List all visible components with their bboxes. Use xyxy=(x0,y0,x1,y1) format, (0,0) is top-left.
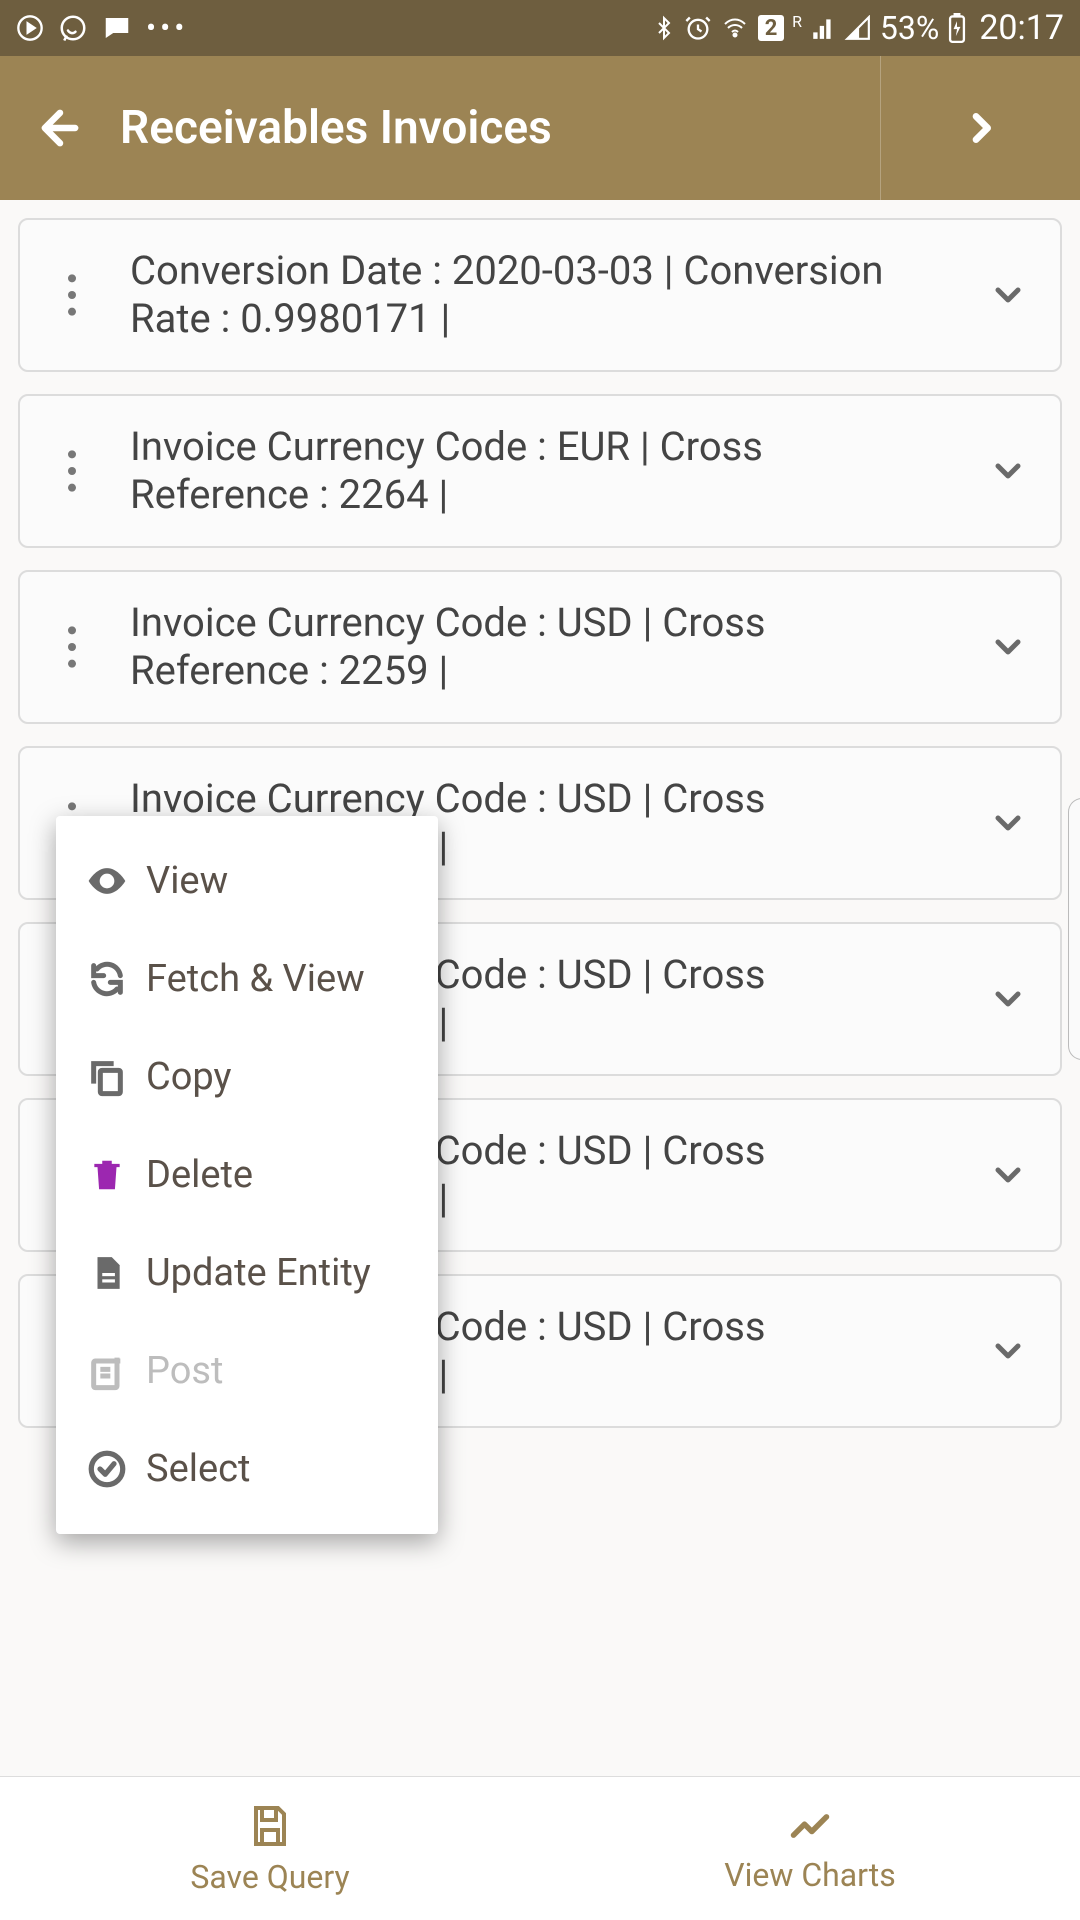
save-query-button[interactable]: Save Query xyxy=(0,1802,540,1896)
arrow-left-icon xyxy=(34,102,86,154)
battery-percent: 53% xyxy=(880,9,939,47)
menu-select[interactable]: Select xyxy=(56,1420,438,1518)
item-summary: Invoice Currency Code : EUR | Cross Refe… xyxy=(102,423,978,519)
whatsapp-icon xyxy=(58,13,88,43)
list-item[interactable]: Invoice Currency Code : USD | Cross Refe… xyxy=(18,570,1062,724)
item-more-button[interactable] xyxy=(42,273,102,317)
menu-delete[interactable]: Delete xyxy=(56,1126,438,1224)
chart-line-icon xyxy=(783,1804,837,1848)
copy-icon xyxy=(84,1054,130,1100)
menu-copy[interactable]: Copy xyxy=(56,1028,438,1126)
document-icon xyxy=(84,1250,130,1296)
item-summary: Conversion Date : 2020-03-03 | Conversio… xyxy=(102,247,978,343)
item-expand-button[interactable] xyxy=(978,803,1038,843)
chevron-right-icon xyxy=(961,108,1001,148)
alarm-icon xyxy=(684,14,712,42)
eye-icon xyxy=(84,858,130,904)
page-title: Receivables Invoices xyxy=(120,101,880,155)
menu-post: Post xyxy=(56,1322,438,1420)
chevron-down-icon xyxy=(988,627,1028,667)
item-more-button[interactable] xyxy=(42,625,102,669)
network-triangle-icon xyxy=(844,15,872,41)
item-expand-button[interactable] xyxy=(978,627,1038,667)
signal-icon xyxy=(810,15,836,41)
check-circle-icon xyxy=(84,1446,130,1492)
status-bar: ••• 2 R 53% 20:17 xyxy=(0,0,1080,56)
chevron-down-icon xyxy=(988,979,1028,1019)
button-label: View Charts xyxy=(724,1856,896,1894)
more-vertical-icon xyxy=(67,625,77,669)
menu-update-entity[interactable]: Update Entity xyxy=(56,1224,438,1322)
chevron-down-icon xyxy=(988,803,1028,843)
battery-charging-icon xyxy=(947,13,967,43)
view-charts-button[interactable]: View Charts xyxy=(540,1804,1080,1894)
item-expand-button[interactable] xyxy=(978,1331,1038,1371)
back-button[interactable] xyxy=(0,102,120,154)
menu-label: Select xyxy=(146,1447,250,1491)
refresh-icon xyxy=(84,956,130,1002)
menu-label: Update Entity xyxy=(146,1251,371,1295)
item-expand-button[interactable] xyxy=(978,979,1038,1019)
chevron-down-icon xyxy=(988,1331,1028,1371)
bottom-bar: Save Query View Charts xyxy=(0,1776,1080,1920)
menu-label: Post xyxy=(146,1349,223,1393)
menu-label: Fetch & View xyxy=(146,957,365,1001)
status-right: 2 R 53% 20:17 xyxy=(652,8,1064,48)
save-icon xyxy=(246,1802,294,1850)
list-item[interactable]: Invoice Currency Code : EUR | Cross Refe… xyxy=(18,394,1062,548)
list-item[interactable]: Conversion Date : 2020-03-03 | Conversio… xyxy=(18,218,1062,372)
menu-label: Copy xyxy=(146,1055,232,1099)
button-label: Save Query xyxy=(190,1858,349,1896)
item-expand-button[interactable] xyxy=(978,451,1038,491)
chevron-down-icon xyxy=(988,451,1028,491)
status-left: ••• xyxy=(16,11,188,46)
menu-view[interactable]: View xyxy=(56,832,438,930)
clock-time: 20:17 xyxy=(979,8,1064,48)
more-vertical-icon xyxy=(67,273,77,317)
context-menu: View Fetch & View Copy Delete Update Ent… xyxy=(56,816,438,1534)
more-dots-icon: ••• xyxy=(146,11,188,46)
forward-button[interactable] xyxy=(880,56,1080,200)
side-drawer-handle[interactable] xyxy=(1068,798,1080,1060)
wifi-icon xyxy=(720,16,750,40)
app-bar: Receivables Invoices xyxy=(0,56,1080,200)
post-icon xyxy=(84,1348,130,1394)
menu-label: View xyxy=(146,859,228,903)
bluetooth-icon xyxy=(652,14,676,42)
chevron-down-icon xyxy=(988,275,1028,315)
sim-badge: 2 xyxy=(758,15,784,41)
trash-icon xyxy=(84,1152,130,1198)
more-vertical-icon xyxy=(67,449,77,493)
item-summary: Invoice Currency Code : USD | Cross Refe… xyxy=(102,599,978,695)
item-expand-button[interactable] xyxy=(978,275,1038,315)
chevron-down-icon xyxy=(988,1155,1028,1195)
message-icon xyxy=(102,13,132,43)
item-expand-button[interactable] xyxy=(978,1155,1038,1195)
signal-roaming-label: R xyxy=(792,12,802,31)
item-more-button[interactable] xyxy=(42,449,102,493)
content-area: Conversion Date : 2020-03-03 | Conversio… xyxy=(0,200,1080,1776)
menu-fetch-view[interactable]: Fetch & View xyxy=(56,930,438,1028)
menu-label: Delete xyxy=(146,1153,253,1197)
play-circle-icon xyxy=(16,14,44,42)
